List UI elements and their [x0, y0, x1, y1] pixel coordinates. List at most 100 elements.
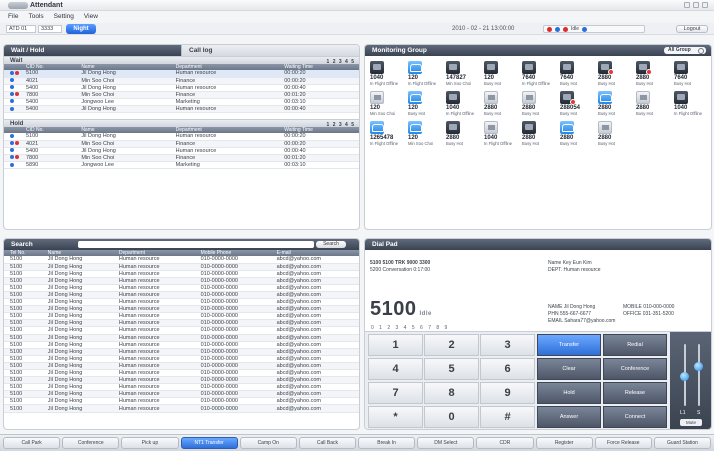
minimize-icon[interactable] [684, 2, 690, 8]
tab-call-log[interactable]: Call log [181, 45, 359, 56]
volume-slider-right[interactable] [698, 344, 700, 406]
hold-row[interactable]: 5890 Jongwoo Lee Marketing 00:03:10 [4, 161, 359, 170]
monitored-phone[interactable]: 120 In Flight Offline [407, 61, 445, 87]
keypad-key[interactable]: 9 [480, 382, 535, 404]
bottom-button-break-in[interactable]: Break In [358, 437, 416, 449]
search-row[interactable]: 5100 Jil Dong Hong Human resource 010-0000-… [4, 270, 359, 278]
keypad-key[interactable]: * [368, 406, 423, 428]
hold-row[interactable]: 5100 Jil Dong Hong Human resource 00:00:20 [4, 133, 359, 141]
monitored-phone[interactable]: 2880 Busy Hot [597, 61, 635, 87]
monitored-phone[interactable]: 2880 Busy Hot [597, 91, 635, 117]
logout-button[interactable]: Logout [676, 25, 708, 33]
search-row[interactable]: 5100 Jil Dong Hong Human resource 010-0000-… [4, 277, 359, 285]
extension-field[interactable]: 3333 [38, 25, 62, 33]
monitored-phone[interactable]: 2880 Busy Hot [635, 91, 673, 117]
volume-knob-left[interactable] [680, 372, 689, 381]
wait-row[interactable]: 7800 Min Soo Choi Finance 00:01:20 [4, 91, 359, 99]
monitored-phone[interactable]: 2880 Busy Hot [521, 121, 559, 147]
monitored-phone[interactable]: 7640 Busy Hot [673, 61, 711, 87]
bottom-button-cdr[interactable]: CDR [476, 437, 534, 449]
monitored-phone[interactable]: 2880 Busy Hot [445, 121, 483, 147]
keypad-key[interactable]: 0 [424, 406, 479, 428]
search-row[interactable]: 5100 Jil Dong Hong Human resource 010-0000-… [4, 404, 359, 413]
search-row[interactable]: 5100 Jil Dong Hong Human resource 010-0000-… [4, 369, 359, 378]
menu-view[interactable]: View [84, 13, 98, 20]
maximize-icon[interactable] [693, 2, 699, 8]
search-row[interactable]: 5100 Jil Dong Hong Human resource 010-0000-… [4, 298, 359, 307]
wait-row[interactable]: 5100 Jil Dong Hong Human resource 00:00:20 [4, 70, 359, 78]
close-icon[interactable] [702, 2, 708, 8]
keypad-key[interactable]: # [480, 406, 535, 428]
bottom-button-pick-up[interactable]: Pick up [121, 437, 179, 449]
mute-button[interactable]: Mute [680, 419, 702, 426]
search-row[interactable]: 5100 Jil Dong Hong Human resource 010-0000-… [4, 397, 359, 406]
function-button-hold[interactable]: Hold [537, 382, 601, 404]
search-row[interactable]: 5100 Jil Dong Hong Human resource 010-0000-… [4, 326, 359, 335]
bottom-button-nt1-transfer[interactable]: NT1 Transfer [180, 437, 238, 449]
menu-setting[interactable]: Setting [54, 13, 74, 20]
search-row[interactable]: 5100 Jil Dong Hong Human resource 010-0000-… [4, 284, 359, 292]
monitored-phone[interactable]: 2880 Busy Hot [521, 91, 559, 117]
monitored-phone[interactable]: 2880 Busy Hot [559, 121, 597, 147]
wait-row[interactable]: 5400 Jongwoo Lee Marketing 00:03:10 [4, 98, 359, 106]
night-mode-button[interactable]: Night [66, 24, 96, 34]
monitored-phone[interactable]: 2880 Busy Hot [483, 91, 521, 117]
wait-row[interactable]: 5400 Jil Dong Hong Human resource 00:00:40 [4, 105, 359, 114]
function-button-transfer[interactable]: Transfer [537, 334, 601, 356]
keypad-key[interactable]: 4 [368, 358, 423, 380]
volume-knob-right[interactable] [694, 362, 703, 371]
attendant-id-field[interactable]: ATD 01 [6, 25, 36, 33]
monitored-phone[interactable]: 288054 Busy Hot [559, 91, 597, 117]
keypad-key[interactable]: 1 [368, 334, 423, 356]
menu-tools[interactable]: Tools [28, 13, 43, 20]
monitored-phone[interactable]: 1040 In Flight Offline [369, 61, 407, 87]
search-row[interactable]: 5100 Jil Dong Hong Human resource 010-0000-… [4, 334, 359, 342]
search-row[interactable]: 5100 Jil Dong Hong Human resource 010-0000-… [4, 305, 359, 314]
bottom-button-register[interactable]: Register [535, 437, 593, 449]
wait-row[interactable]: 5400 Jil Dong Hong Human resource 00:00:40 [4, 84, 359, 92]
search-row[interactable]: 5100 Jil Dong Hong Human resource 010-0000-… [4, 312, 359, 321]
monitored-phone[interactable]: 120 Busy Hot [483, 61, 521, 87]
function-button-clear[interactable]: Clear [537, 358, 601, 380]
search-input[interactable] [78, 241, 314, 248]
bottom-button-conference[interactable]: Conference [62, 437, 120, 449]
search-row[interactable]: 5100 Jil Dong Hong Human resource 010-0000-… [4, 256, 359, 264]
monitored-phone[interactable]: 120 Min Soo Choi [407, 121, 445, 147]
keypad-key[interactable]: 8 [424, 382, 479, 404]
tab-wait-hold[interactable]: Wait / Hold [4, 45, 181, 56]
keypad-key[interactable]: 2 [424, 334, 479, 356]
search-row[interactable]: 5100 Jil Dong Hong Human resource 010-0000-… [4, 341, 359, 349]
function-button-conference[interactable]: Conference [603, 358, 667, 380]
menu-file[interactable]: File [8, 13, 18, 20]
monitored-phone[interactable]: 2880 Busy Hot [635, 61, 673, 87]
function-button-redial[interactable]: Redial [603, 334, 667, 356]
search-row[interactable]: 5100 Jil Dong Hong Human resource 010-0000-… [4, 390, 359, 399]
bottom-button-force-release[interactable]: Force Release [594, 437, 652, 449]
keypad-key[interactable]: 5 [424, 358, 479, 380]
search-row[interactable]: 5100 Jil Dong Hong Human resource 010-0000-… [4, 348, 359, 356]
keypad-key[interactable]: 7 [368, 382, 423, 404]
search-button[interactable]: Search [316, 241, 346, 248]
monitored-phone[interactable]: 1265478 In Flight Offline [369, 121, 407, 147]
monitored-phone[interactable]: 1040 In Flight Offline [673, 91, 711, 117]
wait-pager[interactable]: 1 2 3 4 5 [327, 58, 355, 66]
keypad-key[interactable]: 6 [480, 358, 535, 380]
search-row[interactable]: 5100 Jil Dong Hong Human resource 010-0000-… [4, 383, 359, 392]
bottom-button-camp-on[interactable]: Camp On [239, 437, 297, 449]
function-button-release[interactable]: Release [603, 382, 667, 404]
search-row[interactable]: 5100 Jil Dong Hong Human resource 010-0000-… [4, 355, 359, 363]
monitored-phone[interactable]: 1040 In Flight Offline [445, 91, 483, 117]
hold-row[interactable]: 5400 Jil Dong Hong Human resource 00:00:40 [4, 147, 359, 155]
hold-pager[interactable]: 1 2 3 4 5 [327, 121, 355, 129]
wait-row[interactable]: 4021 Min Soo Choi Finance 00:00:20 [4, 77, 359, 85]
bottom-button-dm-select[interactable]: DM Select [417, 437, 475, 449]
monitored-phone[interactable]: 7640 Busy Hot [559, 61, 597, 87]
bottom-button-call-park[interactable]: Call Park [3, 437, 61, 449]
hold-row[interactable]: 4021 Min Soo Choi Finance 00:00:20 [4, 140, 359, 148]
search-row[interactable]: 5100 Jil Dong Hong Human resource 010-0000-… [4, 291, 359, 300]
search-row[interactable]: 5100 Jil Dong Hong Human resource 010-0000-… [4, 319, 359, 328]
function-button-connect[interactable]: Connect [603, 406, 667, 428]
function-button-answer[interactable]: Answer [537, 406, 601, 428]
bottom-button-guard-station[interactable]: Guard Station [653, 437, 712, 449]
hold-row[interactable]: 7800 Min Soo Choi Finance 00:01:20 [4, 154, 359, 162]
